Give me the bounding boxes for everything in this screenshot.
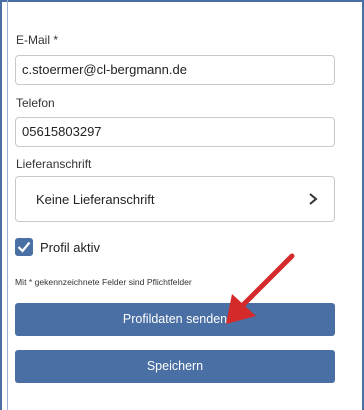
save-button[interactable]: Speichern <box>15 350 335 383</box>
phone-field[interactable]: 05615803297 <box>15 117 335 147</box>
chevron-right-icon <box>306 190 320 208</box>
shipping-address-select[interactable]: Keine Lieferanschrift <box>15 176 335 222</box>
profile-active-checkbox[interactable] <box>15 238 33 256</box>
shipping-label: Lieferanschrift <box>16 157 92 171</box>
checkmark-icon <box>17 241 31 253</box>
phone-label: Telefon <box>16 96 55 110</box>
email-label: E-Mail * <box>16 33 59 47</box>
red-arrow-annotation <box>226 253 295 324</box>
email-field[interactable]: c.stoermer@cl-bergmann.de <box>15 55 335 85</box>
profile-active-label: Profil aktiv <box>40 240 100 255</box>
shipping-address-value: Keine Lieferanschrift <box>36 192 155 207</box>
required-fields-hint: Mit * gekennzeichnete Felder sind Pflich… <box>15 277 192 287</box>
